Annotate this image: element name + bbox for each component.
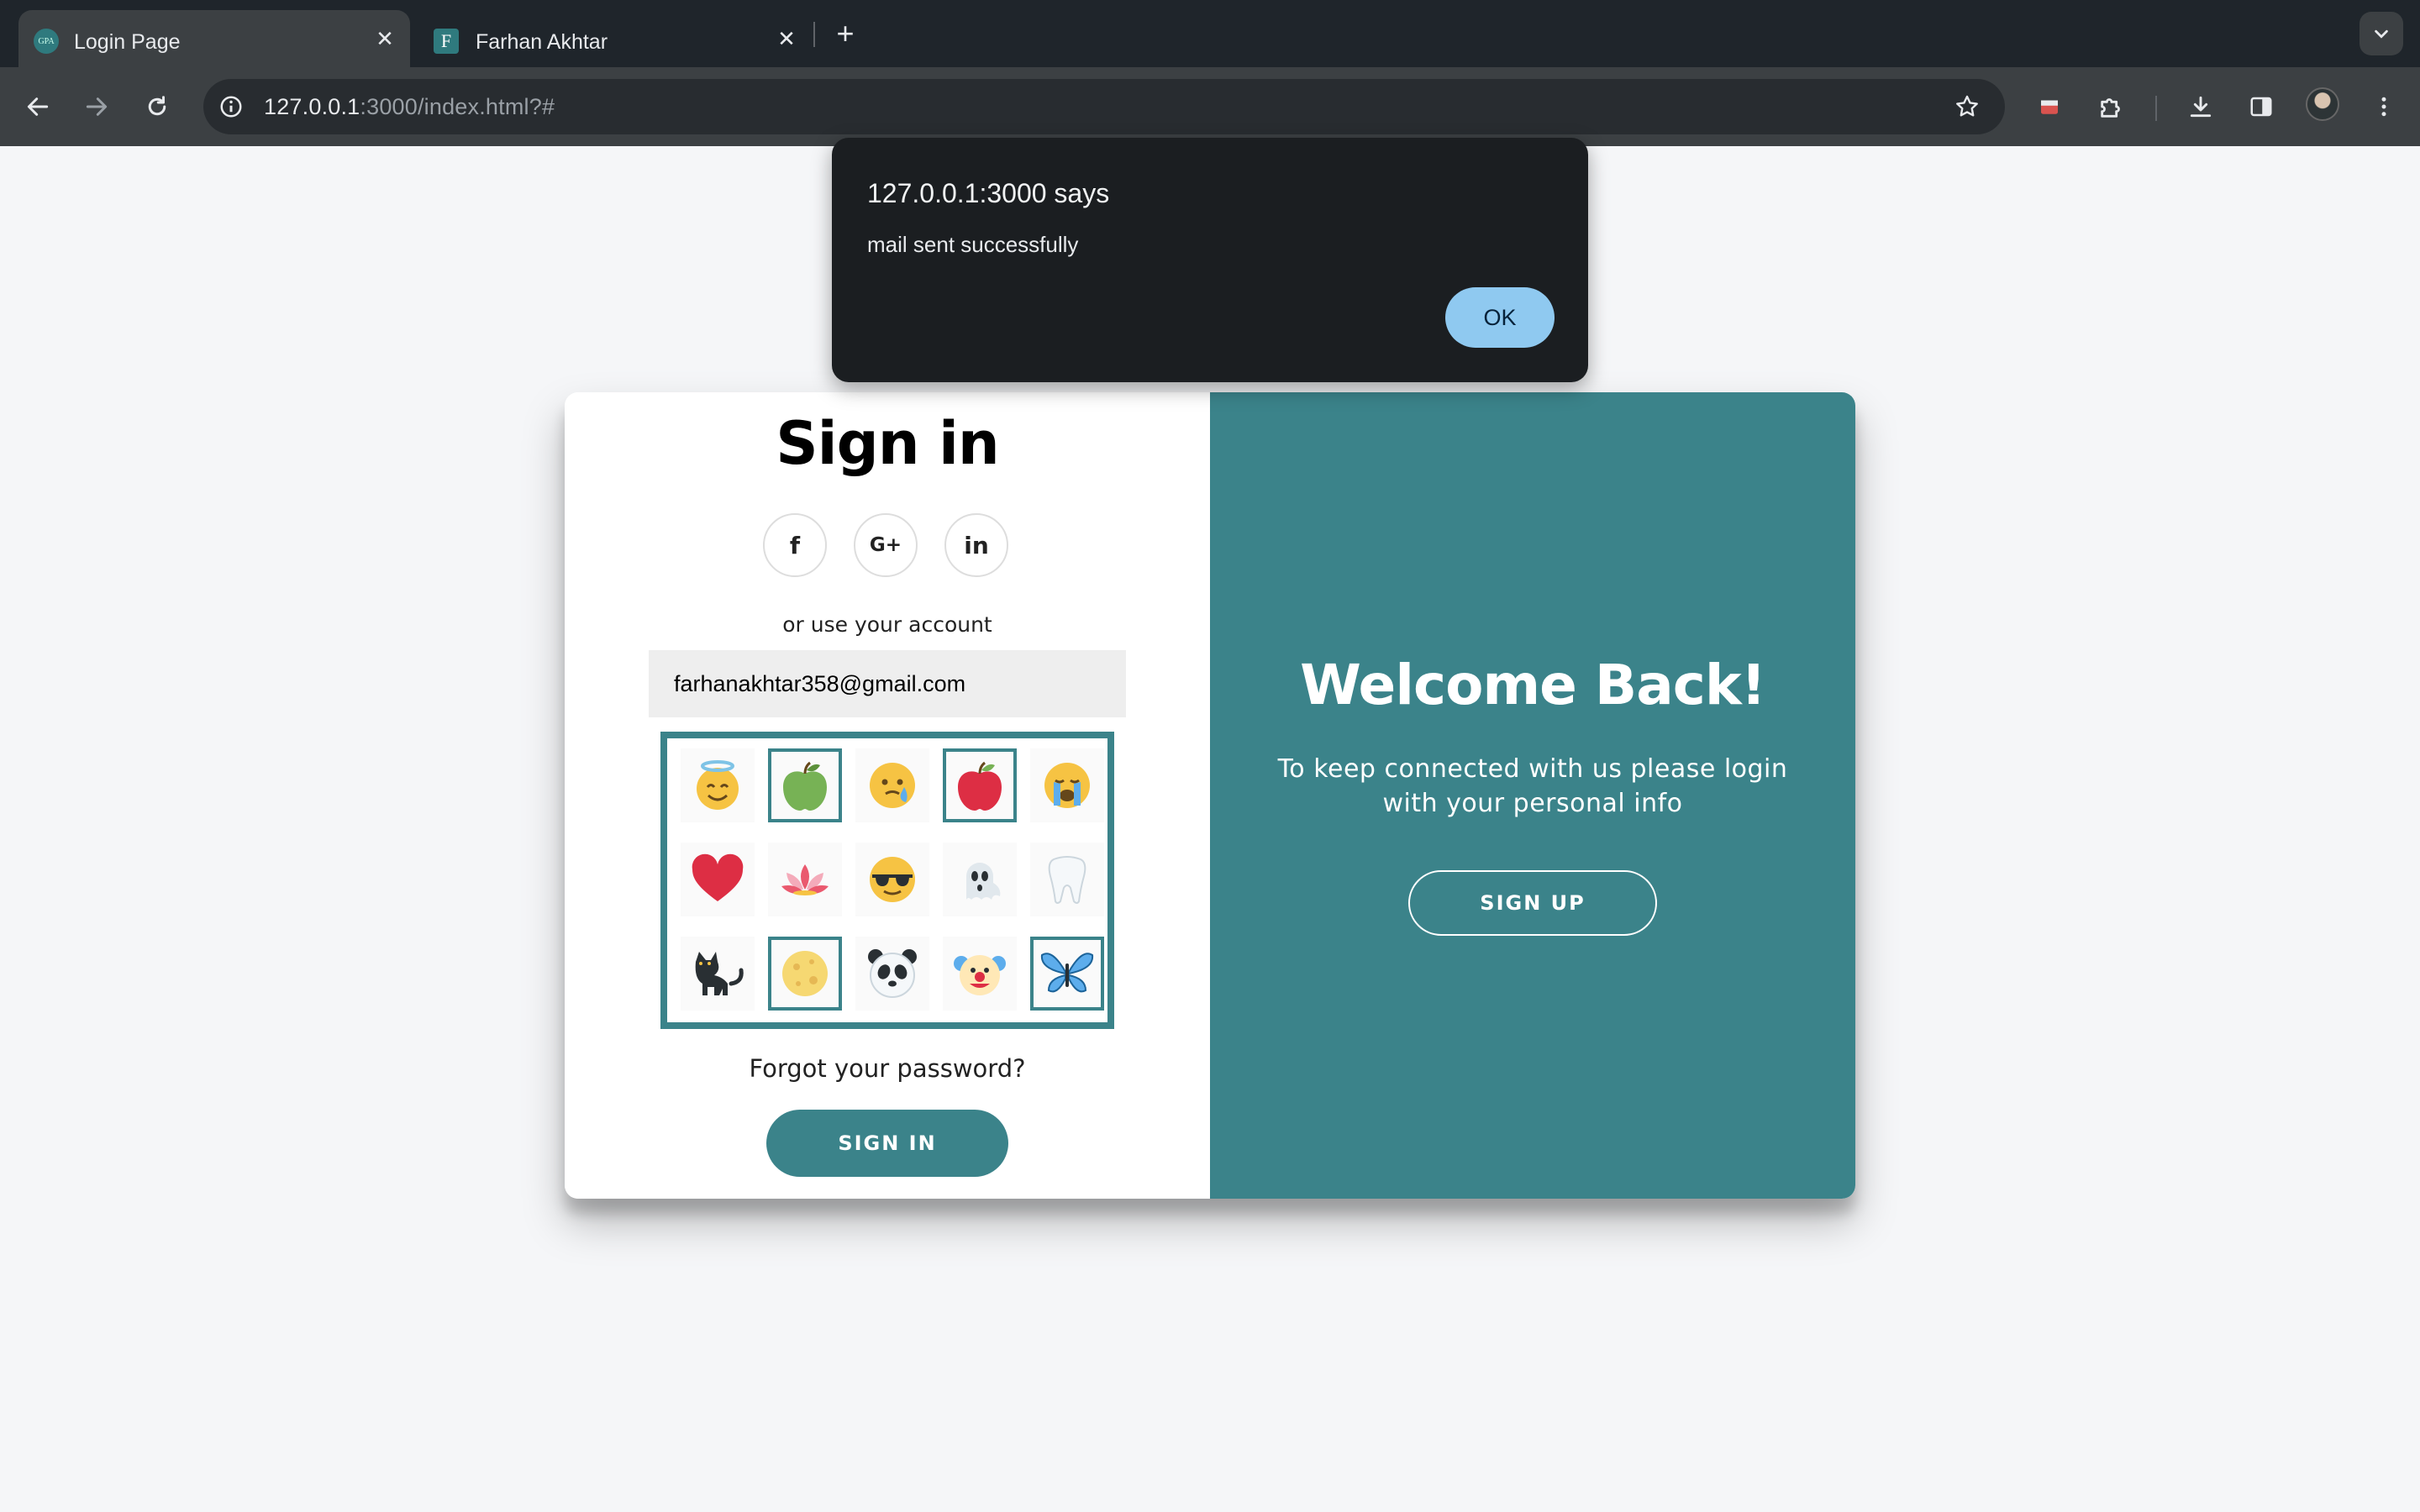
picture-cell[interactable] (1030, 937, 1104, 1011)
site-favicon-icon: F (434, 29, 459, 54)
green-apple-icon (783, 761, 827, 811)
red-apple-icon (958, 761, 1002, 811)
picture-cell[interactable] (943, 937, 1017, 1011)
facebook-button[interactable]: f (763, 513, 827, 577)
site-info-icon[interactable] (215, 91, 247, 123)
download-icon[interactable] (2180, 86, 2222, 128)
google-plus-icon: G+ (869, 534, 902, 556)
face-holding-back-tears-icon (870, 763, 915, 808)
new-tab-icon[interactable]: + (829, 16, 862, 50)
tab-search-chevron-icon[interactable] (2360, 12, 2403, 55)
login-card: Sign in f G+ in or use your account farh… (565, 392, 1855, 1199)
picture-cell[interactable] (1030, 843, 1104, 916)
linkedin-button[interactable]: in (944, 513, 1008, 577)
sunglasses-face-icon (870, 857, 915, 902)
browser-tab-strip: GPA Login Page ✕ F Farhan Akhtar ✕ + (0, 0, 2420, 67)
tab-farhan-akhtar[interactable]: F Farhan Akhtar ✕ (420, 10, 812, 67)
back-arrow-icon[interactable] (17, 86, 59, 128)
sign-in-heading: Sign in (776, 409, 1000, 478)
picture-cell[interactable] (943, 843, 1017, 916)
google-plus-button[interactable]: G+ (854, 513, 918, 577)
full-moon-icon (782, 951, 828, 996)
forward-arrow-icon[interactable] (76, 86, 118, 128)
picture-password-grid (660, 732, 1114, 1029)
url-text: 127.0.0.1:3000/index.html?# (264, 94, 555, 119)
butterfly-icon (1040, 953, 1094, 993)
site-favicon-icon: GPA (34, 29, 59, 54)
facebook-icon: f (789, 531, 801, 559)
welcome-panel: Welcome Back! To keep connected with us … (1210, 392, 1855, 1199)
red-heart-icon (692, 853, 744, 901)
loudly-crying-face-icon (1044, 763, 1090, 808)
address-bar[interactable]: 127.0.0.1:3000/index.html?# (203, 79, 2005, 134)
picture-cell[interactable] (681, 937, 755, 1011)
forgot-password-link[interactable]: Forgot your password? (565, 1054, 1210, 1083)
tab-title: Login Page (74, 30, 181, 54)
dialog-title: 127.0.0.1:3000 says (867, 178, 1110, 208)
more-menu-icon[interactable] (2363, 86, 2405, 128)
picture-cell[interactable] (681, 748, 755, 822)
sign-up-button[interactable]: SIGN UP (1408, 870, 1657, 936)
clown-face-icon (954, 955, 1006, 995)
browser-toolbar: 127.0.0.1:3000/index.html?# (0, 67, 2420, 146)
alternate-login-text: or use your account (782, 612, 992, 637)
picture-cell[interactable] (768, 748, 842, 822)
extension-icon[interactable] (2028, 86, 2070, 128)
dialog-message: mail sent successfully (867, 232, 1079, 257)
linkedin-icon: in (964, 531, 989, 559)
black-cat-icon (695, 952, 744, 995)
tab-close-icon[interactable]: ✕ (371, 25, 398, 52)
welcome-heading: Welcome Back! (1300, 653, 1766, 717)
alert-dialog: 127.0.0.1:3000 says mail sent successful… (832, 138, 1588, 382)
reload-icon[interactable] (136, 86, 178, 128)
picture-cell[interactable] (855, 843, 929, 916)
tab-separator (813, 22, 815, 47)
tooth-icon (1048, 856, 1086, 904)
tab-login-page[interactable]: GPA Login Page ✕ (18, 10, 410, 67)
picture-cell[interactable] (855, 937, 929, 1011)
email-input[interactable] (649, 650, 1126, 717)
picture-cell[interactable] (855, 748, 929, 822)
puzzle-extensions-icon[interactable] (2091, 86, 2133, 128)
sign-in-button[interactable]: SIGN IN (766, 1110, 1008, 1177)
tab-title: Farhan Akhtar (476, 30, 608, 54)
profile-avatar[interactable] (2306, 87, 2339, 121)
bookmark-star-icon[interactable] (1951, 91, 1983, 123)
lotus-icon (781, 864, 829, 895)
ok-button[interactable]: OK (1445, 287, 1555, 348)
toolbar-divider (2155, 96, 2157, 121)
sign-in-panel: Sign in f G+ in or use your account farh… (565, 392, 1210, 1199)
panda-icon (868, 949, 917, 998)
tab-close-icon[interactable]: ✕ (773, 25, 800, 52)
welcome-subtitle: To keep connected with us please login w… (1277, 754, 1788, 818)
picture-cell[interactable] (768, 843, 842, 916)
picture-cell[interactable] (681, 843, 755, 916)
picture-cell[interactable] (943, 748, 1017, 822)
smiling-face-with-halo-icon (697, 760, 739, 810)
picture-cell[interactable] (1030, 748, 1104, 822)
picture-cell[interactable] (768, 937, 842, 1011)
side-panel-icon[interactable] (2240, 86, 2282, 128)
ghost-icon (966, 863, 1001, 900)
